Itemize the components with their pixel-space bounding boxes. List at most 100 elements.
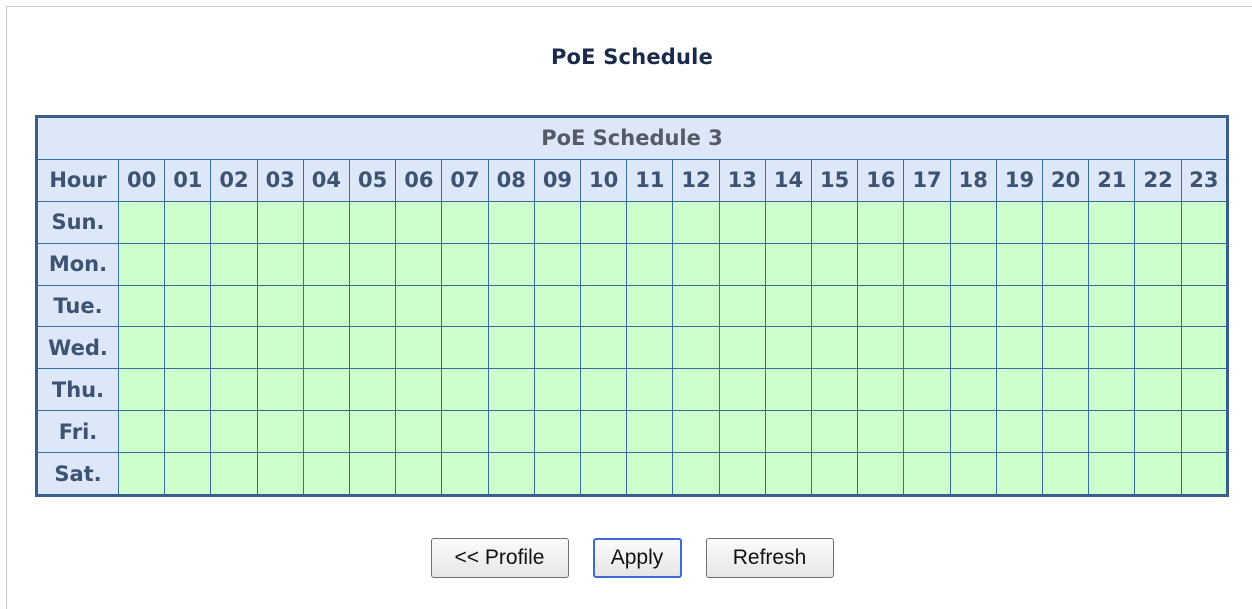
schedule-slot[interactable] (672, 326, 720, 370)
schedule-slot[interactable] (1180, 368, 1229, 412)
schedule-slot[interactable] (395, 410, 443, 454)
profile-button[interactable]: << Profile (430, 538, 569, 578)
schedule-slot[interactable] (164, 242, 212, 286)
schedule-slot[interactable] (117, 200, 166, 244)
schedule-slot[interactable] (718, 410, 766, 454)
schedule-slot[interactable] (995, 410, 1044, 454)
schedule-slot[interactable] (441, 200, 489, 244)
schedule-slot[interactable] (210, 326, 258, 370)
schedule-slot[interactable] (210, 410, 258, 454)
schedule-slot[interactable] (672, 410, 720, 454)
schedule-slot[interactable] (487, 284, 535, 328)
schedule-slot[interactable] (441, 284, 489, 328)
schedule-slot[interactable] (256, 410, 304, 454)
schedule-slot[interactable] (949, 242, 997, 286)
schedule-slot[interactable] (349, 368, 397, 412)
schedule-slot[interactable] (533, 200, 582, 244)
schedule-slot[interactable] (949, 284, 997, 328)
schedule-slot[interactable] (857, 242, 905, 286)
apply-button[interactable]: Apply (592, 538, 682, 578)
schedule-slot[interactable] (395, 326, 443, 370)
schedule-slot[interactable] (580, 410, 628, 454)
schedule-slot[interactable] (995, 284, 1044, 328)
schedule-slot[interactable] (995, 368, 1044, 412)
schedule-slot[interactable] (857, 452, 905, 496)
schedule-slot[interactable] (256, 452, 304, 496)
schedule-slot[interactable] (857, 368, 905, 412)
schedule-slot[interactable] (302, 200, 351, 244)
schedule-slot[interactable] (349, 200, 397, 244)
schedule-slot[interactable] (580, 452, 628, 496)
schedule-slot[interactable] (349, 452, 397, 496)
schedule-slot[interactable] (857, 200, 905, 244)
schedule-slot[interactable] (256, 242, 304, 286)
schedule-slot[interactable] (857, 284, 905, 328)
schedule-slot[interactable] (1042, 452, 1090, 496)
schedule-slot[interactable] (995, 326, 1044, 370)
schedule-slot[interactable] (903, 200, 951, 244)
schedule-slot[interactable] (718, 200, 766, 244)
schedule-slot[interactable] (164, 368, 212, 412)
schedule-slot[interactable] (626, 452, 674, 496)
schedule-slot[interactable] (1180, 200, 1229, 244)
schedule-slot[interactable] (395, 284, 443, 328)
schedule-slot[interactable] (1134, 326, 1182, 370)
schedule-slot[interactable] (441, 452, 489, 496)
schedule-slot[interactable] (903, 452, 951, 496)
schedule-slot[interactable] (117, 242, 166, 286)
schedule-slot[interactable] (441, 242, 489, 286)
schedule-slot[interactable] (764, 284, 813, 328)
schedule-slot[interactable] (117, 284, 166, 328)
schedule-slot[interactable] (349, 410, 397, 454)
schedule-slot[interactable] (626, 284, 674, 328)
schedule-slot[interactable] (580, 368, 628, 412)
schedule-slot[interactable] (164, 452, 212, 496)
schedule-slot[interactable] (117, 452, 166, 496)
schedule-slot[interactable] (533, 410, 582, 454)
refresh-button[interactable]: Refresh (705, 538, 834, 578)
schedule-slot[interactable] (580, 326, 628, 370)
schedule-slot[interactable] (487, 242, 535, 286)
schedule-slot[interactable] (626, 410, 674, 454)
schedule-slot[interactable] (395, 242, 443, 286)
schedule-slot[interactable] (811, 410, 859, 454)
schedule-slot[interactable] (1088, 284, 1136, 328)
schedule-slot[interactable] (811, 242, 859, 286)
schedule-slot[interactable] (626, 242, 674, 286)
schedule-slot[interactable] (857, 410, 905, 454)
schedule-slot[interactable] (1042, 200, 1090, 244)
schedule-slot[interactable] (811, 200, 859, 244)
schedule-slot[interactable] (949, 326, 997, 370)
schedule-slot[interactable] (1088, 368, 1136, 412)
schedule-slot[interactable] (1088, 200, 1136, 244)
schedule-slot[interactable] (672, 368, 720, 412)
schedule-slot[interactable] (256, 284, 304, 328)
schedule-slot[interactable] (580, 242, 628, 286)
schedule-slot[interactable] (811, 326, 859, 370)
schedule-slot[interactable] (764, 326, 813, 370)
schedule-slot[interactable] (441, 410, 489, 454)
schedule-slot[interactable] (164, 326, 212, 370)
schedule-slot[interactable] (1088, 242, 1136, 286)
schedule-slot[interactable] (1180, 452, 1229, 496)
schedule-slot[interactable] (903, 410, 951, 454)
schedule-slot[interactable] (580, 200, 628, 244)
schedule-slot[interactable] (626, 368, 674, 412)
schedule-slot[interactable] (1134, 452, 1182, 496)
schedule-slot[interactable] (672, 452, 720, 496)
schedule-slot[interactable] (764, 410, 813, 454)
schedule-slot[interactable] (302, 242, 351, 286)
schedule-slot[interactable] (117, 368, 166, 412)
schedule-slot[interactable] (302, 284, 351, 328)
schedule-slot[interactable] (1088, 452, 1136, 496)
schedule-slot[interactable] (395, 200, 443, 244)
schedule-slot[interactable] (395, 368, 443, 412)
schedule-slot[interactable] (117, 410, 166, 454)
schedule-slot[interactable] (349, 284, 397, 328)
schedule-slot[interactable] (210, 452, 258, 496)
schedule-slot[interactable] (1042, 368, 1090, 412)
schedule-slot[interactable] (857, 326, 905, 370)
schedule-slot[interactable] (487, 452, 535, 496)
schedule-slot[interactable] (210, 200, 258, 244)
schedule-slot[interactable] (718, 368, 766, 412)
